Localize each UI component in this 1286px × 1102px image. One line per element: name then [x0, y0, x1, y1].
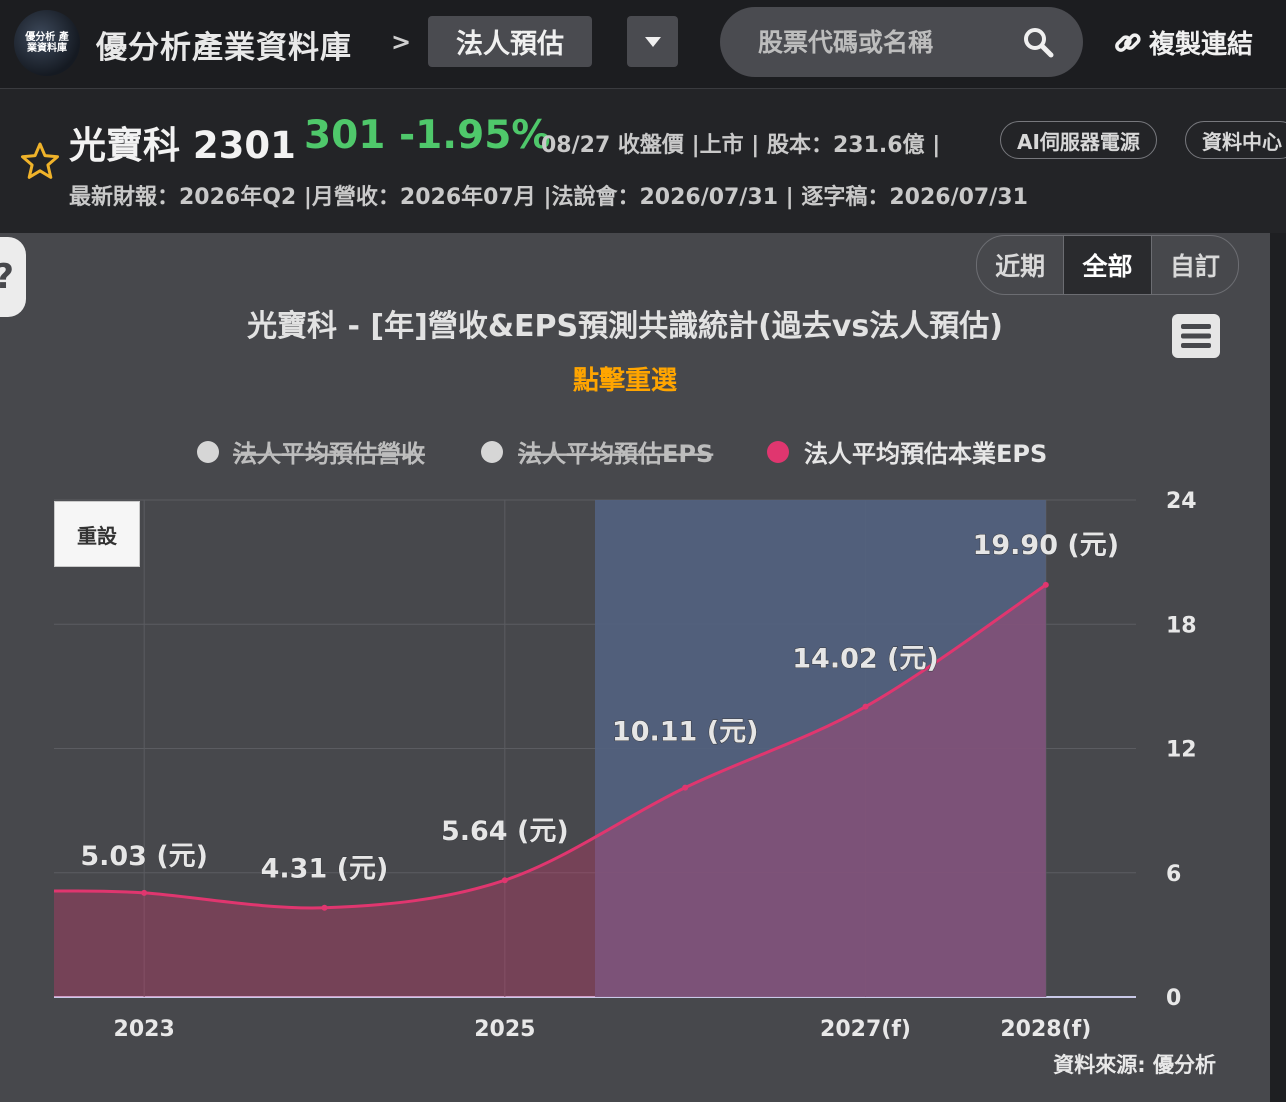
- data-label: 14.02 (元): [792, 644, 938, 675]
- legend-marker: [197, 441, 219, 463]
- hamburger-icon: [1172, 314, 1220, 358]
- y-tick-label: 24: [1166, 489, 1197, 514]
- data-label: 4.31 (元): [261, 854, 389, 885]
- eps-chart: 0 6 12 18 24 2023 2025 2027(f) 2028(f) 5.03 (元) 4…: [53, 309, 1216, 1077]
- legend-label: 法人平均預估本業EPS: [804, 440, 1047, 468]
- chart-menu-button[interactable]: [1171, 313, 1221, 359]
- legend-item[interactable]: 法人平均預估EPS: [481, 440, 713, 468]
- data-label: 10.11 (元): [612, 717, 758, 748]
- data-point[interactable]: [682, 784, 689, 791]
- legend-marker: [767, 441, 789, 463]
- x-tick-label: 2028(f): [1000, 1017, 1091, 1042]
- data-label: 5.64 (元): [441, 816, 569, 847]
- data-point[interactable]: [141, 889, 148, 896]
- x-tick-label: 2027(f): [820, 1017, 911, 1042]
- legend-marker: [481, 441, 503, 463]
- legend-item[interactable]: 法人平均預估本業EPS: [767, 440, 1047, 468]
- x-tick-label: 2025: [474, 1017, 535, 1042]
- chart-source: 資料來源: 優分析: [1053, 1053, 1216, 1077]
- data-point[interactable]: [862, 703, 869, 710]
- data-point[interactable]: [1042, 581, 1049, 588]
- chart-title: 光寶科 - [年]營收&EPS預測共識統計(過去vs法人預估): [247, 309, 1003, 344]
- y-tick-label: 18: [1166, 613, 1197, 638]
- legend-label: 法人平均預估EPS: [518, 440, 713, 468]
- y-tick-label: 6: [1166, 862, 1181, 887]
- x-tick-label: 2023: [114, 1017, 175, 1042]
- y-tick-label: 0: [1166, 986, 1181, 1011]
- chart-subtitle[interactable]: 點擊重選: [573, 366, 677, 396]
- legend-label: 法人平均預估營收: [233, 440, 425, 468]
- legend-item[interactable]: 法人平均預估營收: [197, 440, 425, 468]
- data-point[interactable]: [501, 877, 508, 884]
- reset-zoom-button[interactable]: 重設: [54, 501, 140, 567]
- y-tick-label: 12: [1166, 738, 1197, 763]
- data-label: 19.90 (元): [973, 530, 1119, 561]
- data-point[interactable]: [321, 904, 328, 911]
- data-label: 5.03 (元): [80, 841, 208, 872]
